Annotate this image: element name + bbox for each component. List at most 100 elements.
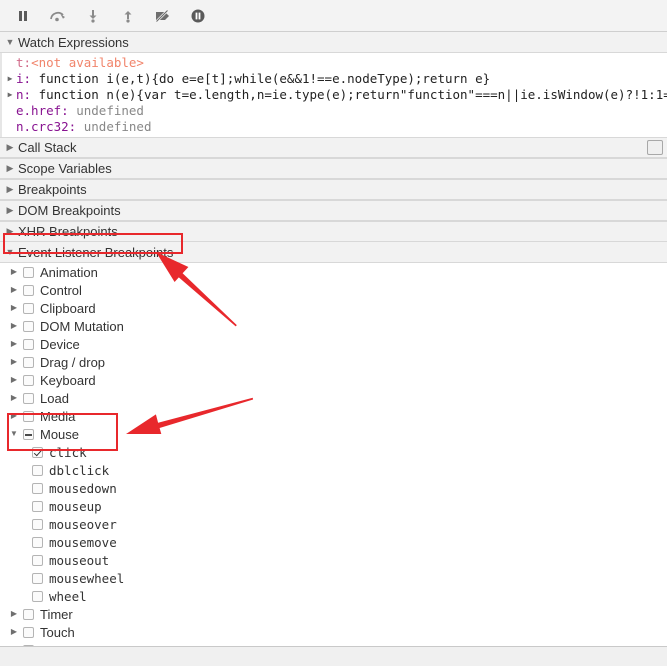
chevron-right-icon[interactable]: ▶ [8, 394, 20, 402]
event-category-mouse[interactable]: ▼Mouse [0, 425, 667, 443]
event-category-clipboard[interactable]: ▶Clipboard [0, 299, 667, 317]
event-category-device[interactable]: ▶Device [0, 335, 667, 353]
chevron-right-icon[interactable]: ▶ [8, 268, 20, 276]
sidebar-pane-header-breakpoints[interactable]: ▶Breakpoints [0, 179, 667, 200]
event-category-label: Control [40, 283, 82, 298]
event-item-mousedown[interactable]: mousedown [0, 479, 667, 497]
sidebar-pane-title: Scope Variables [18, 161, 112, 176]
sidebar-pane-header-xhr-breakpoints[interactable]: ▶XHR Breakpoints [0, 221, 667, 242]
chevron-right-icon: ▶ [4, 185, 16, 194]
step-over-icon[interactable] [43, 3, 73, 29]
event-item-checkbox[interactable] [32, 555, 43, 566]
watch-expression-value: <not available> [31, 55, 144, 70]
event-listener-breakpoints-header[interactable]: ▼ Event Listener Breakpoints [0, 242, 667, 263]
event-item-checkbox[interactable] [32, 447, 43, 458]
event-item-wheel[interactable]: wheel [0, 587, 667, 605]
deactivate-breakpoints-icon[interactable] [148, 3, 178, 29]
chevron-right-icon[interactable]: ▶ [8, 340, 20, 348]
watch-expression-value: function i(e,t){do e=e[t];while(e&&1!==e… [31, 71, 490, 86]
event-item-checkbox[interactable] [32, 501, 43, 512]
chevron-right-icon[interactable]: ▶ [8, 286, 20, 294]
chevron-right-icon[interactable]: ▶ [8, 412, 20, 420]
watch-expression-row[interactable]: t:<not available> [2, 55, 667, 71]
event-item-checkbox[interactable] [32, 537, 43, 548]
sidebar-pane-list: ▶Call Stack▶Scope Variables▶Breakpoints▶… [0, 137, 667, 242]
watch-expression-name: t: [16, 55, 31, 70]
event-item-label: mouseout [49, 553, 109, 568]
event-category-checkbox[interactable] [23, 393, 34, 404]
event-category-load[interactable]: ▶Load [0, 389, 667, 407]
event-item-mouseover[interactable]: mouseover [0, 515, 667, 533]
event-item-label: mousemove [49, 535, 117, 550]
event-category-label: Media [40, 409, 75, 424]
chevron-right-icon[interactable]: ▶ [8, 610, 20, 618]
watch-expression-value: undefined [69, 103, 144, 118]
sidebar-pane-header-dom-breakpoints[interactable]: ▶DOM Breakpoints [0, 200, 667, 221]
event-category-label: Timer [40, 607, 73, 622]
event-item-mousemove[interactable]: mousemove [0, 533, 667, 551]
event-category-checkbox[interactable] [23, 627, 34, 638]
event-item-checkbox[interactable] [32, 591, 43, 602]
chevron-right-icon[interactable]: ▶ [8, 304, 20, 312]
call-stack-async-toggle-button[interactable] [647, 140, 663, 155]
event-item-mouseout[interactable]: mouseout [0, 551, 667, 569]
event-category-label: Animation [40, 265, 98, 280]
event-category-checkbox[interactable] [23, 429, 34, 440]
watch-expression-value: undefined [76, 119, 151, 134]
event-category-checkbox[interactable] [23, 609, 34, 620]
event-category-checkbox[interactable] [23, 285, 34, 296]
watch-expression-row[interactable]: n.crc32: undefined [2, 119, 667, 135]
event-category-checkbox[interactable] [23, 267, 34, 278]
event-item-checkbox[interactable] [32, 573, 43, 584]
status-bar [0, 646, 667, 666]
event-item-checkbox[interactable] [32, 465, 43, 476]
chevron-right-icon[interactable]: ▶ [8, 358, 20, 366]
event-category-animation[interactable]: ▶ Animation [0, 263, 667, 281]
chevron-right-icon[interactable]: ▶ [4, 87, 16, 103]
chevron-right-icon[interactable]: ▶ [8, 628, 20, 636]
pause-icon[interactable] [8, 3, 38, 29]
event-item-checkbox[interactable] [32, 519, 43, 530]
event-category-media[interactable]: ▶ Media [0, 407, 667, 425]
event-category-dom-mutation[interactable]: ▶ DOM Mutation [0, 317, 667, 335]
event-item-mousewheel[interactable]: mousewheel [0, 569, 667, 587]
chevron-right-icon: ▶ [4, 164, 16, 173]
event-category-keyboard[interactable]: ▶Keyboard [0, 371, 667, 389]
watch-expressions-header[interactable]: ▼ Watch Expressions [0, 32, 667, 53]
chevron-right-icon[interactable]: ▶ [8, 376, 20, 384]
event-item-checkbox[interactable] [32, 483, 43, 494]
watch-expression-row[interactable]: ▶i: function i(e,t){do e=e[t];while(e&&1… [2, 71, 667, 87]
event-category-label: DOM Mutation [40, 319, 124, 334]
sidebar-pane-title: Breakpoints [18, 182, 87, 197]
event-category-checkbox[interactable] [23, 411, 34, 422]
pause-on-exceptions-icon[interactable] [183, 3, 213, 29]
watch-expressions-title: Watch Expressions [18, 35, 129, 50]
event-item-click[interactable]: click [0, 443, 667, 461]
watch-expression-row[interactable]: ▶n: function n(e){var t=e.length,n=ie.ty… [2, 87, 667, 103]
watch-expression-row[interactable]: e.href: undefined [2, 103, 667, 119]
event-item-label: mousedown [49, 481, 117, 496]
event-item-label: mousewheel [49, 571, 124, 586]
sidebar-pane-header-scope-variables[interactable]: ▶Scope Variables [0, 158, 667, 179]
event-category-control[interactable]: ▶ Control [0, 281, 667, 299]
event-category-drag-drop[interactable]: ▶Drag / drop [0, 353, 667, 371]
debugger-toolbar [0, 0, 667, 32]
event-listener-breakpoints-pane: ▼ Event Listener Breakpoints ▶Animation▶… [0, 242, 667, 666]
chevron-right-icon[interactable]: ▶ [4, 71, 16, 87]
event-category-timer[interactable]: ▶ Timer [0, 605, 667, 623]
chevron-right-icon: ▶ [4, 143, 16, 152]
chevron-down-icon[interactable]: ▼ [8, 430, 20, 438]
step-into-icon[interactable] [78, 3, 108, 29]
event-item-mouseup[interactable]: mouseup [0, 497, 667, 515]
event-category-checkbox[interactable] [23, 357, 34, 368]
event-category-checkbox[interactable] [23, 375, 34, 386]
event-category-checkbox[interactable] [23, 303, 34, 314]
event-category-checkbox[interactable] [23, 339, 34, 350]
chevron-right-icon[interactable]: ▶ [8, 322, 20, 330]
step-out-icon[interactable] [113, 3, 143, 29]
chevron-down-icon: ▼ [4, 248, 16, 257]
sidebar-pane-header-call-stack[interactable]: ▶Call Stack [0, 137, 667, 158]
event-category-checkbox[interactable] [23, 321, 34, 332]
event-category-touch[interactable]: ▶Touch [0, 623, 667, 641]
event-item-dblclick[interactable]: dblclick [0, 461, 667, 479]
